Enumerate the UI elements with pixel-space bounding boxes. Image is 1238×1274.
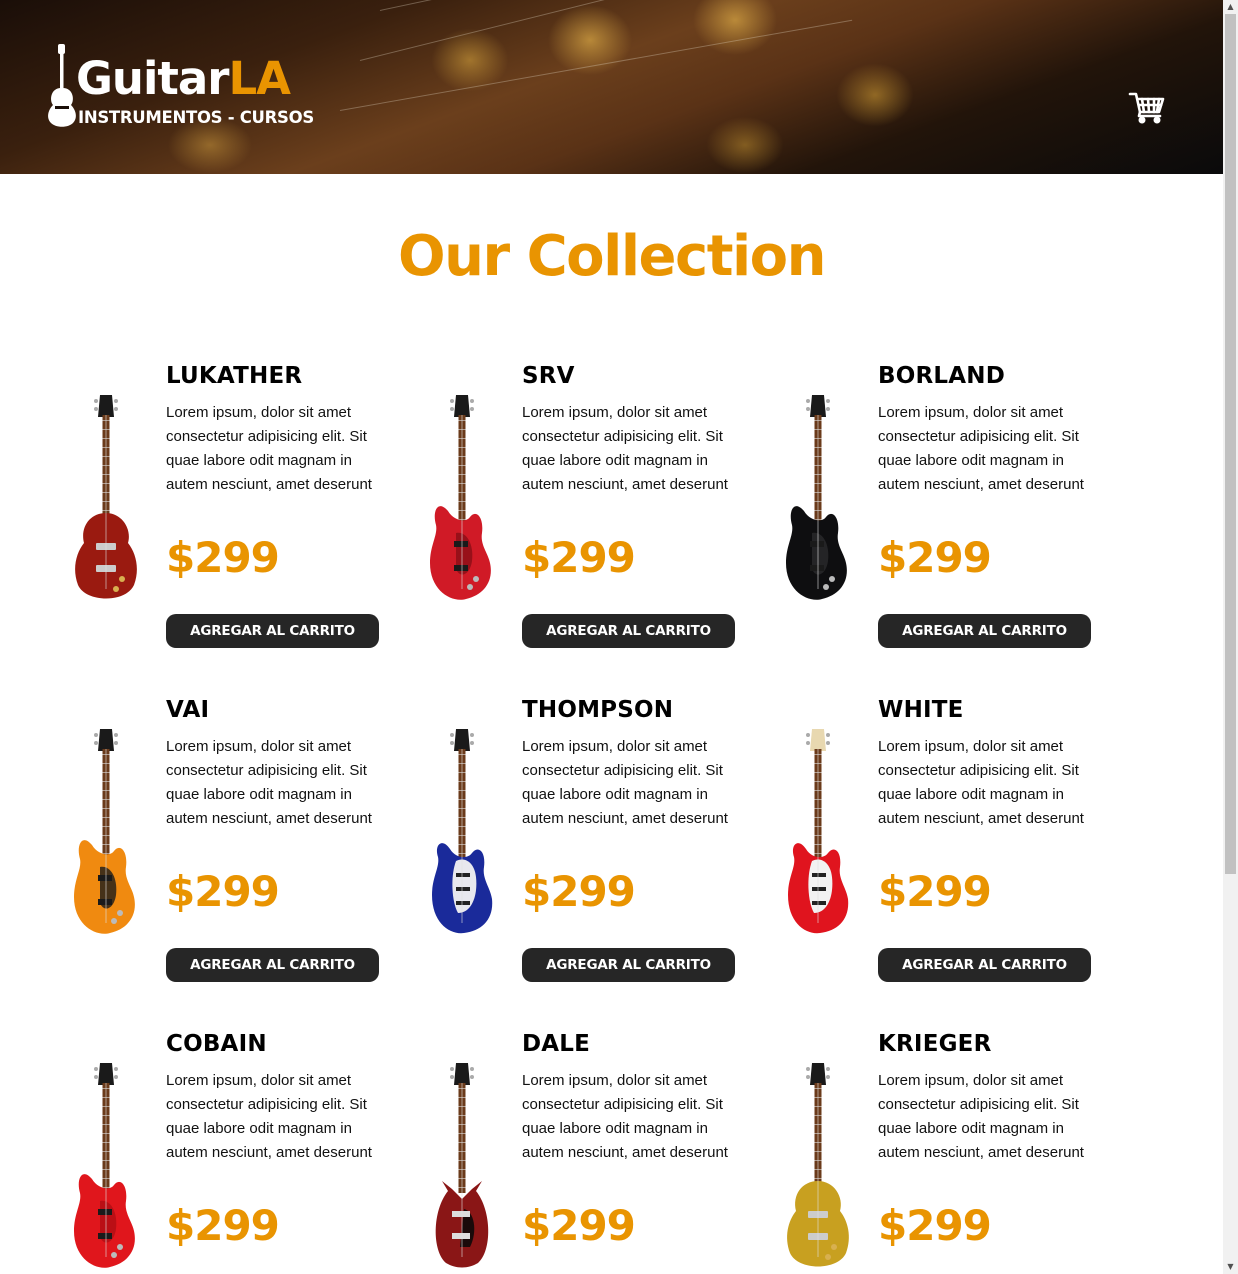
guitar-image <box>768 393 868 613</box>
guitar-image <box>412 393 512 613</box>
guitar-image <box>412 1061 512 1274</box>
scroll-up-icon[interactable]: ▲ <box>1223 0 1238 14</box>
product-price: $299 <box>878 867 992 916</box>
product-description: Lorem ipsum, dolor sit amet consectetur … <box>166 404 372 493</box>
product-price: $299 <box>522 533 636 582</box>
product-price: $299 <box>878 533 992 582</box>
product-name: LUKATHER <box>166 363 303 389</box>
product-grid: LUKATHER Lorem ipsum, dolor sit amet con… <box>0 0 1223 1274</box>
product-card: BORLAND Lorem ipsum, dolor sit amet cons… <box>768 363 1108 663</box>
product-description: Lorem ipsum, dolor sit amet consectetur … <box>522 738 728 827</box>
product-price: $299 <box>522 867 636 916</box>
guitar-image <box>768 727 868 947</box>
add-to-cart-button[interactable]: Agregar al Carrito <box>522 948 735 982</box>
product-card: THOMPSON Lorem ipsum, dolor sit amet con… <box>412 697 752 997</box>
product-price: $299 <box>166 533 280 582</box>
scrollbar-thumb[interactable] <box>1225 14 1236 874</box>
product-description: Lorem ipsum, dolor sit amet consectetur … <box>878 738 1084 827</box>
scroll-down-icon[interactable]: ▼ <box>1223 1260 1238 1274</box>
product-description: Lorem ipsum, dolor sit amet consectetur … <box>166 738 372 827</box>
product-name: VAI <box>166 697 210 723</box>
product-name: KRIEGER <box>878 1031 992 1057</box>
product-card: WHITE Lorem ipsum, dolor sit amet consec… <box>768 697 1108 997</box>
product-price: $299 <box>878 1201 992 1250</box>
product-card: SRV Lorem ipsum, dolor sit amet consecte… <box>412 363 752 663</box>
add-to-cart-button[interactable]: Agregar al Carrito <box>166 948 379 982</box>
add-to-cart-button[interactable]: Agregar al Carrito <box>522 614 735 648</box>
add-to-cart-button[interactable]: Agregar al Carrito <box>878 948 1091 982</box>
product-card: LUKATHER Lorem ipsum, dolor sit amet con… <box>56 363 396 663</box>
product-card: DALE Lorem ipsum, dolor sit amet consect… <box>412 1031 752 1274</box>
product-description: Lorem ipsum, dolor sit amet consectetur … <box>522 404 728 493</box>
product-name: WHITE <box>878 697 964 723</box>
product-description: Lorem ipsum, dolor sit amet consectetur … <box>522 1072 728 1161</box>
product-name: DALE <box>522 1031 591 1057</box>
product-name: THOMPSON <box>522 697 674 723</box>
guitar-image <box>768 1061 868 1274</box>
product-description: Lorem ipsum, dolor sit amet consectetur … <box>166 1072 372 1161</box>
product-description: Lorem ipsum, dolor sit amet consectetur … <box>878 404 1084 493</box>
product-card: COBAIN Lorem ipsum, dolor sit amet conse… <box>56 1031 396 1274</box>
product-price: $299 <box>522 1201 636 1250</box>
page-scrollbar[interactable]: ▲ ▼ <box>1223 0 1238 1274</box>
product-card: KRIEGER Lorem ipsum, dolor sit amet cons… <box>768 1031 1108 1274</box>
guitar-image <box>412 727 512 947</box>
guitar-image <box>56 727 156 947</box>
product-price: $299 <box>166 1201 280 1250</box>
product-description: Lorem ipsum, dolor sit amet consectetur … <box>878 1072 1084 1161</box>
add-to-cart-button[interactable]: Agregar al Carrito <box>878 614 1091 648</box>
add-to-cart-button[interactable]: Agregar al Carrito <box>166 614 379 648</box>
guitar-image <box>56 393 156 613</box>
product-name: SRV <box>522 363 575 389</box>
guitar-image <box>56 1061 156 1274</box>
product-price: $299 <box>166 867 280 916</box>
page: GuitarLA INSTRUMENTOS - CURSOS Our Colle… <box>0 0 1223 1274</box>
product-name: COBAIN <box>166 1031 267 1057</box>
product-card: VAI Lorem ipsum, dolor sit amet consecte… <box>56 697 396 997</box>
product-name: BORLAND <box>878 363 1005 389</box>
